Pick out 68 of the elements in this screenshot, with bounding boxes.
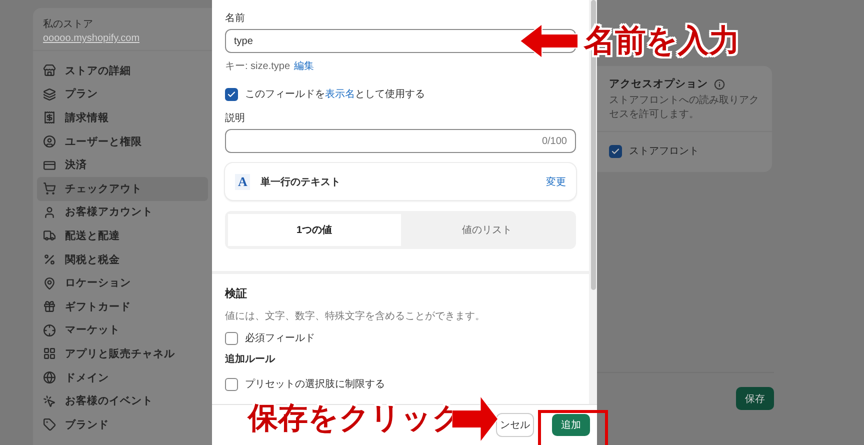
highlight-frame: [538, 410, 608, 445]
checkbox[interactable]: [225, 332, 238, 344]
sidebar-item[interactable]: お客様アカウント: [37, 200, 208, 224]
text-type-icon: A: [235, 174, 250, 190]
crosshair-icon: [43, 324, 56, 337]
cancel-button[interactable]: ンセル: [496, 413, 534, 438]
name-field[interactable]: type: [225, 29, 576, 53]
checkbox-label: 必須フィールド: [245, 332, 315, 345]
checkbox[interactable]: [225, 88, 238, 100]
sidebar-item[interactable]: ギフトカード: [37, 294, 208, 319]
arrow-annotation: [520, 24, 578, 58]
truck-icon: [43, 229, 56, 242]
key-text: キー: size.type: [225, 60, 290, 73]
sidebar-item[interactable]: 決済: [37, 153, 208, 177]
change-link[interactable]: 変更: [546, 174, 566, 188]
check-icon: [611, 146, 620, 156]
sidebar-item[interactable]: 関税と税金: [37, 248, 208, 272]
tag-icon: [43, 418, 56, 432]
receipt-icon: [43, 111, 56, 124]
layers-icon: [43, 88, 56, 101]
field-label: 説明: [225, 112, 246, 125]
sidebar-item[interactable]: チェックアウト: [37, 176, 208, 201]
card-description: ストアフロントへの読み取りアクセスを許可します。: [609, 94, 760, 121]
card-icon: [43, 158, 56, 172]
store-icon: [43, 64, 56, 78]
info-icon[interactable]: [714, 78, 725, 90]
pointer-icon: [43, 394, 56, 408]
checkbox-label: このフィールドを表示名 として使用する: [245, 88, 425, 101]
person-icon: [43, 206, 56, 219]
store-name: 私のストア: [43, 18, 94, 31]
sidebar-item[interactable]: お客様のイベント: [37, 389, 208, 413]
cart-icon: [43, 182, 56, 196]
description-field[interactable]: 0/100: [225, 129, 576, 153]
arrow-annotation: [452, 396, 498, 442]
section-heading: 検証: [225, 286, 248, 301]
user-circle-icon: [43, 135, 56, 148]
globe-icon: [43, 371, 56, 384]
percent-icon: [43, 253, 56, 266]
sidebar-item[interactable]: プラン: [37, 82, 208, 106]
checkbox[interactable]: [609, 144, 622, 158]
add-button[interactable]: 追加: [552, 414, 590, 436]
store-url[interactable]: ooooo.myshopify.com: [43, 33, 202, 44]
field-label: 名前: [225, 12, 246, 25]
edit-link[interactable]: 編集: [294, 59, 314, 73]
segment-tab[interactable]: 値のリスト: [400, 214, 573, 246]
sidebar-item[interactable]: 請求情報: [37, 106, 208, 130]
sidebar-item[interactable]: ストアの詳細: [37, 59, 208, 83]
gift-icon: [43, 300, 56, 314]
sidebar-item[interactable]: ロケーション: [37, 271, 208, 295]
sidebar-item[interactable]: ドメイン: [37, 366, 208, 390]
save-button[interactable]: 保存: [736, 387, 774, 410]
checkbox[interactable]: [225, 378, 238, 390]
card-title: アクセスオプション: [609, 77, 708, 91]
grid-icon: [43, 347, 56, 360]
sidebar-item[interactable]: ブランド: [37, 412, 208, 436]
sidebar-item[interactable]: マーケット: [37, 318, 208, 342]
segment-tab[interactable]: 1つの値: [228, 214, 400, 246]
sidebar-item[interactable]: アプリと販売チャネル: [37, 342, 208, 366]
sidebar-item[interactable]: 配送と配達: [37, 224, 208, 248]
sidebar-item[interactable]: ユーザーと権限: [37, 130, 208, 154]
display-name-link[interactable]: 表示名: [325, 89, 355, 100]
section-description: 値には、文字、数字、特殊文字を含めることができます。: [225, 310, 486, 323]
check-icon: [227, 90, 236, 98]
checkbox-label: ストアフロント: [629, 145, 699, 158]
pin-icon: [43, 276, 56, 290]
type-label: 単一行のテキスト: [260, 176, 340, 188]
checkbox-label: プリセットの選択肢に制限する: [245, 378, 385, 391]
rules-heading: 追加ルール: [225, 352, 276, 366]
